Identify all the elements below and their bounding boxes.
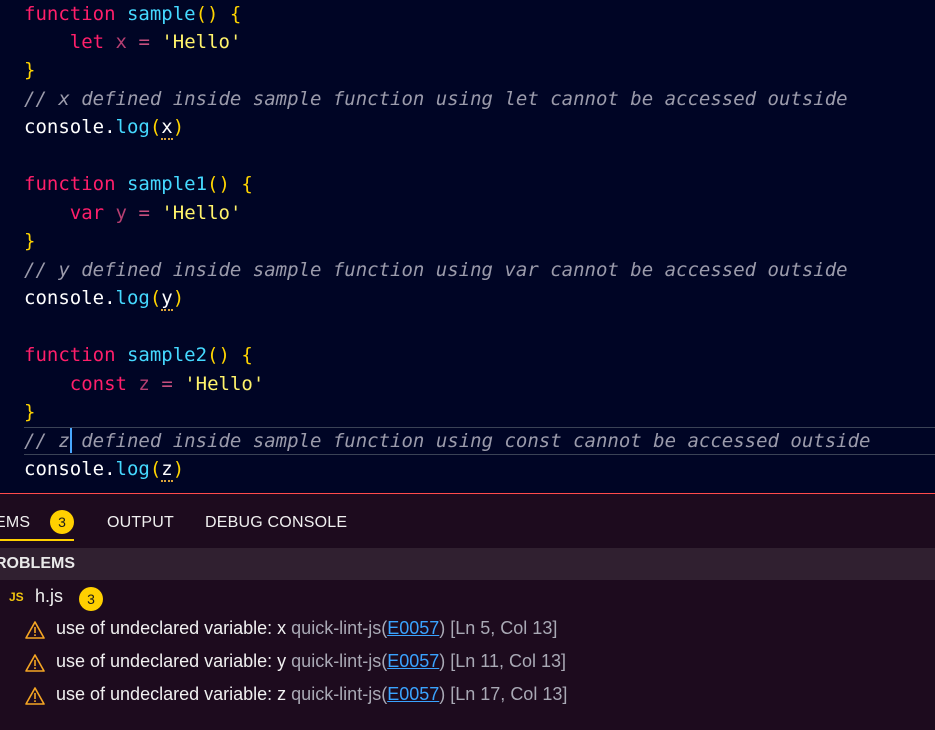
code-line-2: let x = 'Hello'	[69, 31, 242, 53]
tab-problems[interactable]: EMS	[0, 514, 30, 532]
code-line-8: var y = 'Hello'	[69, 202, 242, 224]
problem-file-name: h.js	[35, 586, 64, 606]
problem-position: [Ln 11, Col 13]	[450, 651, 567, 671]
code-line-16: // z defined inside sample function usin…	[24, 430, 871, 452]
active-tab-indicator	[0, 539, 74, 541]
tab-output[interactable]: OUTPUT	[107, 514, 174, 532]
problems-section-title: ROBLEMS	[0, 555, 75, 572]
code-line-9: }	[24, 230, 36, 252]
problem-source: quick-lint-js(	[291, 618, 388, 638]
problem-code-link[interactable]: E0057	[387, 651, 439, 671]
problem-source: quick-lint-js(	[291, 684, 388, 704]
problem-item[interactable]: use of undeclared variable: x quick-lint…	[0, 616, 935, 646]
lint-squiggle: z	[161, 458, 173, 482]
tab-debug-console[interactable]: DEBUG CONSOLE	[205, 514, 347, 532]
problem-code-link[interactable]: E0057	[387, 684, 439, 704]
code-line-13: function sample2() {	[24, 344, 253, 366]
problem-message: use of undeclared variable: y	[56, 651, 287, 671]
problem-item[interactable]: use of undeclared variable: y quick-lint…	[0, 649, 935, 679]
javascript-file-icon: JS	[9, 590, 24, 604]
code-line-17: console.log(z)	[24, 458, 185, 482]
problem-item[interactable]: use of undeclared variable: z quick-lint…	[0, 682, 935, 712]
code-line-1: function sample() {	[24, 3, 242, 25]
problem-source-end: )	[439, 618, 446, 638]
problem-file-row[interactable]	[0, 584, 935, 612]
code-line-14: const z = 'Hello'	[69, 373, 265, 395]
problem-position: [Ln 5, Col 13]	[450, 618, 558, 638]
code-line-10: // y defined inside sample function usin…	[24, 259, 848, 281]
panel-tabs: EMS 3 OUTPUT DEBUG CONSOLE	[0, 494, 935, 546]
problem-code-link[interactable]: E0057	[387, 618, 439, 638]
problem-source-end: )	[439, 684, 446, 704]
problem-source-end: )	[439, 651, 446, 671]
text-cursor	[70, 428, 72, 453]
file-problem-count-badge: 3	[79, 587, 103, 611]
problem-position: [Ln 17, Col 13]	[450, 684, 568, 704]
lint-squiggle: x	[161, 116, 173, 140]
code-line-5: console.log(x)	[24, 116, 185, 140]
problem-source: quick-lint-js(	[291, 651, 388, 671]
problems-count-badge: 3	[50, 510, 74, 534]
problem-message: use of undeclared variable: z	[56, 684, 287, 704]
lint-squiggle: y	[161, 287, 173, 311]
code-line-4: // x defined inside sample function usin…	[24, 88, 848, 110]
warning-icon	[25, 621, 45, 639]
code-line-7: function sample1() {	[24, 173, 253, 195]
code-line-15: }	[24, 401, 36, 423]
warning-icon	[25, 654, 45, 672]
code-editor[interactable]: function sample() { let x = 'Hello' } //…	[0, 0, 935, 493]
code-line-3: }	[24, 59, 36, 81]
problem-message: use of undeclared variable: x	[56, 618, 287, 638]
code-line-11: console.log(y)	[24, 287, 185, 311]
problems-section-header[interactable]	[0, 548, 935, 580]
warning-icon	[25, 687, 45, 705]
